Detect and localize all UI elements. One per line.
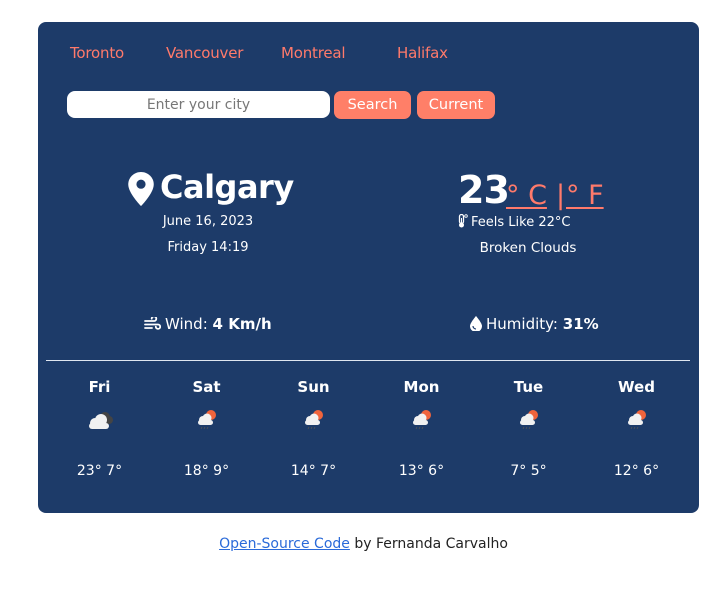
broken-clouds-icon <box>88 412 113 429</box>
wind-label: Wind: <box>165 315 208 333</box>
forecast-day-name: Sun <box>297 378 330 396</box>
current-temperature: 23 <box>458 168 510 212</box>
forecast-day-name: Mon <box>403 378 440 396</box>
wind-info: Wind: 4 Km/h <box>144 315 272 333</box>
footer-author: by Fernanda Carvalho <box>349 536 508 552</box>
city-name: Calgary <box>160 168 294 206</box>
current-day-time: Friday 14:19 <box>167 240 249 255</box>
city-search-input[interactable] <box>67 91 330 118</box>
forecast-min-temp: 5° <box>530 463 547 479</box>
rain-sun-cloud-icon <box>197 410 216 430</box>
forecast-day-name: Sat <box>192 378 221 396</box>
rain-sun-cloud-icon <box>627 410 646 430</box>
forecast-max-temp: 12° <box>613 463 639 479</box>
forecast-day: Sat 18° 9° <box>153 378 260 479</box>
celsius-link[interactable]: ° C <box>506 180 547 211</box>
forecast-min-temp: 6° <box>643 463 660 479</box>
forecast-max-temp: 7° <box>510 463 527 479</box>
forecast-day: Sun 14° 7° <box>260 378 367 479</box>
thermometer-icon <box>458 214 468 228</box>
forecast-day: Wed 12° 6° <box>583 378 690 479</box>
fahrenheit-link[interactable]: ° F <box>566 180 604 211</box>
weather-description: Broken Clouds <box>479 240 577 256</box>
unit-separator: | <box>556 180 566 211</box>
city-link-halifax[interactable]: Halifax <box>397 44 448 62</box>
forecast-max-temp: 14° <box>290 463 316 479</box>
forecast-day-name: Wed <box>618 378 655 396</box>
rain-sun-cloud-icon <box>304 410 323 430</box>
wind-icon <box>144 317 161 330</box>
forecast-row: Fri 23° 7° Sat 18° 9° Sun 14° 7° Mon 13°… <box>46 378 690 498</box>
forecast-min-temp: 7° <box>320 463 337 479</box>
rain-sun-cloud-icon <box>412 410 431 430</box>
humidity-label: Humidity: <box>486 315 558 333</box>
section-divider <box>46 360 690 361</box>
map-pin-icon <box>128 172 154 206</box>
search-button[interactable]: Search <box>334 91 411 119</box>
city-link-vancouver[interactable]: Vancouver <box>166 44 243 62</box>
city-link-montreal[interactable]: Montreal <box>281 44 346 62</box>
forecast-day: Fri 23° 7° <box>46 378 153 479</box>
feels-like-text: Feels Like 22°C <box>471 215 571 230</box>
open-source-code-link[interactable]: Open-Source Code <box>219 536 350 552</box>
forecast-max-temp: 13° <box>398 463 424 479</box>
weather-card: Toronto Vancouver Montreal Halifax Searc… <box>38 22 699 513</box>
forecast-day: Tue 7° 5° <box>475 378 582 479</box>
city-link-toronto[interactable]: Toronto <box>70 44 124 62</box>
current-location-button[interactable]: Current <box>417 91 495 119</box>
forecast-min-temp: 6° <box>428 463 445 479</box>
current-date: June 16, 2023 <box>162 214 254 229</box>
feels-like: Feels Like 22°C <box>458 214 658 230</box>
wind-value: 4 Km/h <box>212 315 272 333</box>
location-heading: Calgary <box>128 168 298 210</box>
forecast-max-temp: 18° <box>183 463 209 479</box>
forecast-day: Mon 13° 6° <box>368 378 475 479</box>
forecast-min-temp: 7° <box>106 463 123 479</box>
forecast-min-temp: 9° <box>213 463 230 479</box>
forecast-max-temp: 23° <box>76 463 102 479</box>
footer: Open-Source Code by Fernanda Carvalho <box>0 536 727 552</box>
humidity-info: Humidity: 31% <box>470 315 599 333</box>
humidity-value: 31% <box>562 315 599 333</box>
droplet-icon <box>470 316 482 331</box>
forecast-day-name: Tue <box>513 378 544 396</box>
forecast-day-name: Fri <box>88 378 111 396</box>
rain-sun-cloud-icon <box>519 410 538 430</box>
